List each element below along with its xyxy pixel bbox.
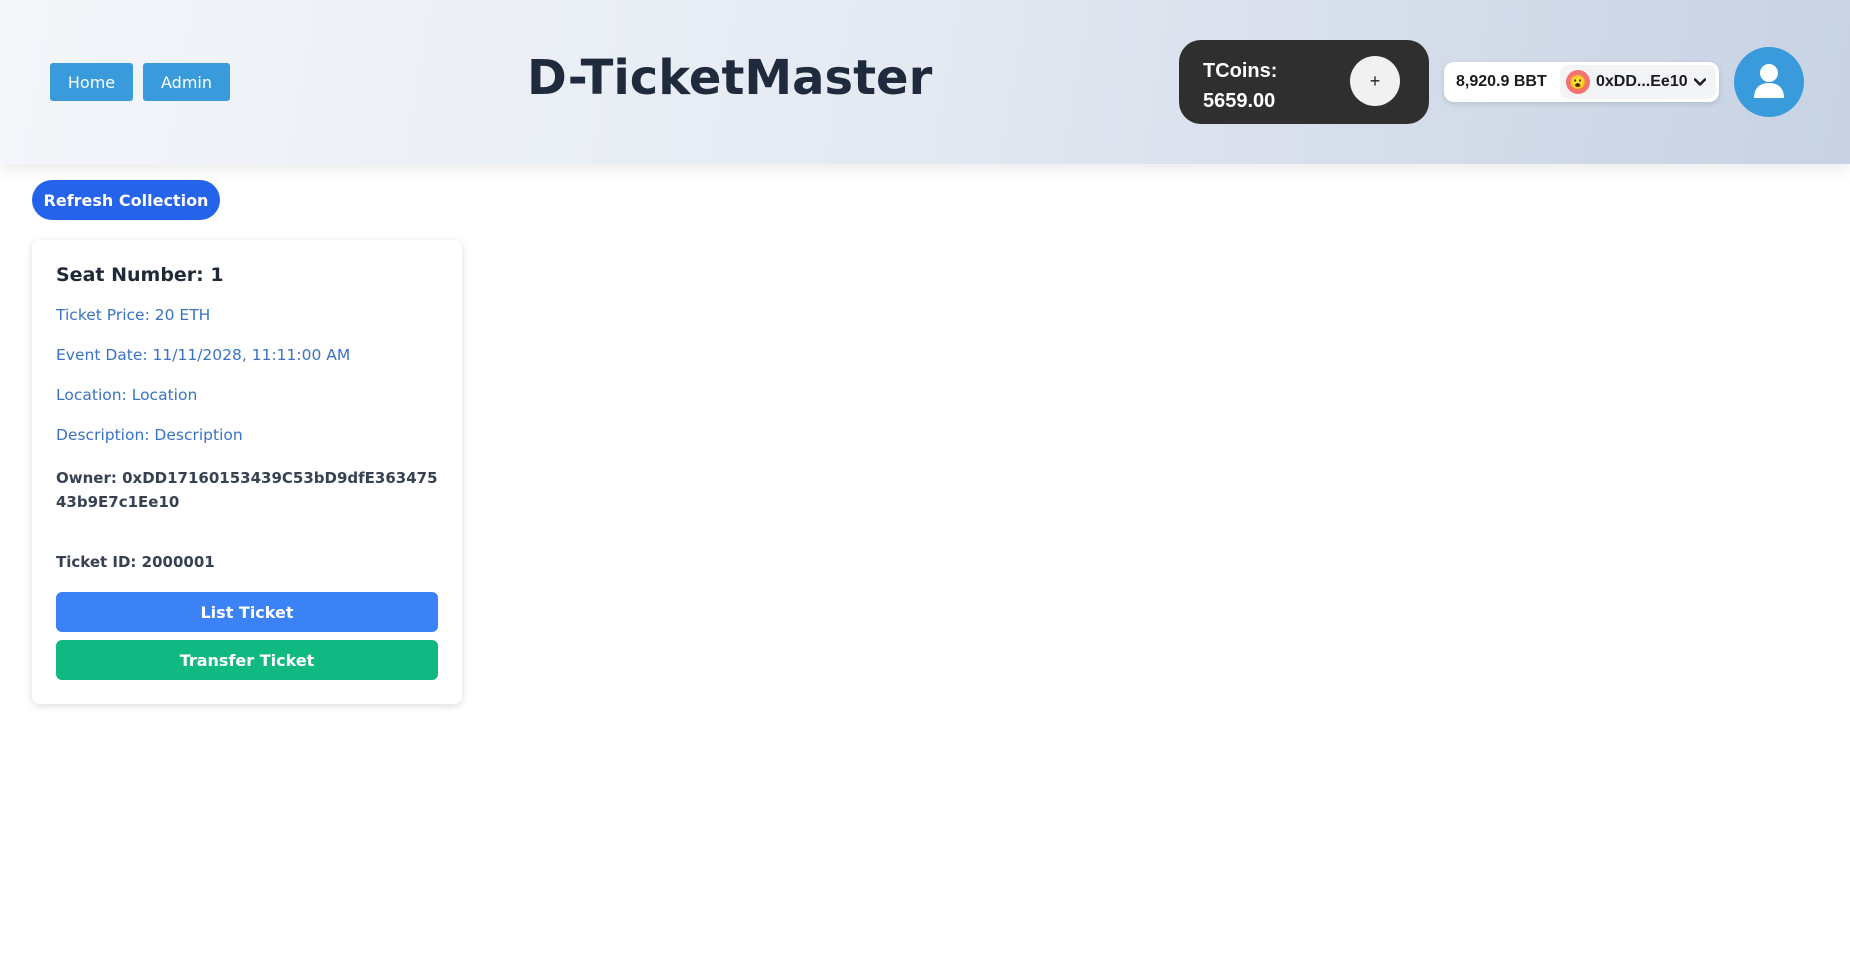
top-header: Home Admin D-TicketMaster TCoins: 5659.0… [0,0,1850,164]
app-title: D-TicketMaster [527,50,933,106]
wallet-account-button[interactable]: 😮 0xDD...Ee10 [1560,65,1716,99]
wallet-avatar-icon: 😮 [1566,70,1590,94]
wallet-connect-widget: 8,920.9 BBT 😮 0xDD...Ee10 [1444,62,1719,102]
tcoins-balance: 5659.00 [1203,90,1276,112]
event-description: Description: Description [56,426,243,444]
transfer-ticket-button[interactable]: Transfer Ticket [56,640,438,680]
refresh-collection-button[interactable]: Refresh Collection [32,180,220,220]
ticket-id: Ticket ID: 2000001 [56,553,215,571]
chevron-down-icon [1693,75,1706,89]
tcoins-panel: TCoins: 5659.00 + [1179,40,1429,124]
profile-button[interactable] [1734,47,1804,117]
event-location: Location: Location [56,386,198,404]
add-tcoins-button[interactable]: + [1350,56,1400,106]
user-icon [1753,63,1785,102]
list-ticket-button[interactable]: List Ticket [56,592,438,632]
ticket-card: Seat Number: 1 Ticket Price: 20 ETH Even… [32,240,462,704]
event-date: Event Date: 11/11/2028, 11:11:00 AM [56,346,351,364]
wallet-balance: 8,920.9 BBT [1456,73,1547,90]
home-button[interactable]: Home [50,63,133,101]
admin-button[interactable]: Admin [143,63,230,101]
seat-number: Seat Number: 1 [56,264,224,286]
ticket-price: Ticket Price: 20 ETH [56,306,211,324]
ticket-owner: Owner: 0xDD17160153439C53bD9dfE36347543b… [56,469,438,511]
tcoins-label: TCoins: [1203,60,1278,82]
wallet-account-address: 0xDD...Ee10 [1596,73,1688,90]
